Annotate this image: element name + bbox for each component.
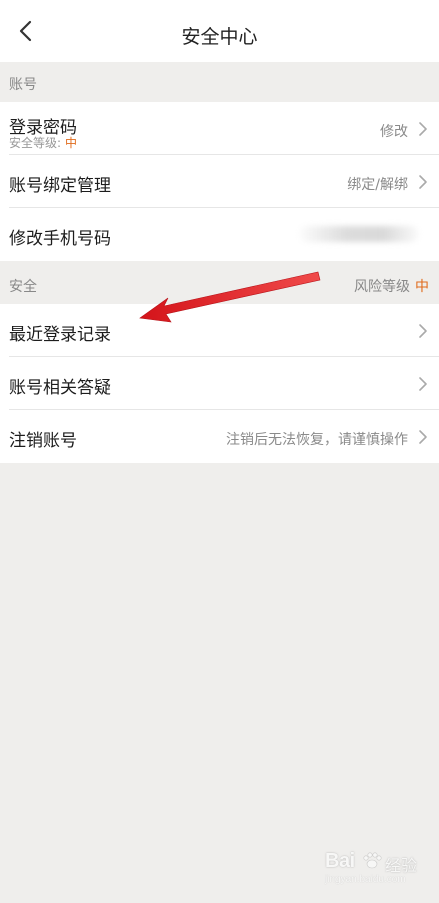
row-label: 修改手机号码 (9, 229, 111, 249)
row-change-phone[interactable]: 修改手机号码 (0, 208, 439, 261)
chevron-right-icon (419, 324, 427, 338)
row-account-binding[interactable]: 账号绑定管理 绑定/解绑 (0, 155, 439, 208)
risk-level: 风险等级中 (354, 276, 429, 296)
chevron-right-icon (419, 377, 427, 391)
nav-bar: 安全中心 (0, 0, 439, 62)
chevron-right-icon (419, 122, 427, 136)
security-level-label: 安全等级: (9, 136, 62, 150)
row-recent-login[interactable]: 最近登录记录 (0, 304, 439, 357)
row-value: 绑定/解绑 (347, 177, 408, 193)
section-header-security: 安全 风险等级中 (0, 264, 439, 304)
row-label: 最近登录记录 (9, 325, 111, 345)
security-group: 最近登录记录 账号相关答疑 注销账号 注销后无法恢复，请谨慎操作 (0, 304, 439, 463)
security-level-value: 中 (65, 136, 78, 150)
section-header-account: 账号 (0, 62, 439, 102)
watermark-url: jingyan.baidu.com (325, 874, 406, 885)
paw-icon (363, 852, 382, 869)
row-label: 注销账号 (9, 431, 77, 451)
chevron-right-icon (419, 430, 427, 444)
risk-level-label: 风险等级 (354, 279, 410, 295)
watermark-brand: Bai (325, 850, 355, 872)
security-level: 安全等级: 中 (9, 134, 77, 151)
account-group: 登录密码 安全等级: 中 修改 账号绑定管理 绑定/解绑 修改手机号码 (0, 102, 439, 261)
row-cancel-account[interactable]: 注销账号 注销后无法恢复，请谨慎操作 (0, 410, 439, 463)
row-label: 账号绑定管理 (9, 176, 111, 196)
row-value: 注销后无法恢复，请谨慎操作 (226, 432, 408, 448)
risk-level-value: 中 (415, 279, 429, 295)
page-title: 安全中心 (181, 26, 258, 48)
blurred-phone-number (299, 226, 419, 242)
row-login-password[interactable]: 登录密码 安全等级: 中 修改 (0, 102, 439, 155)
row-label: 账号相关答疑 (9, 378, 111, 398)
section-label: 安全 (9, 279, 37, 295)
chevron-right-icon (419, 175, 427, 189)
row-value: 修改 (380, 124, 408, 140)
watermark-text: 经验 (385, 856, 418, 875)
baidu-watermark: Bai 经验 jingyan.baidu.com (323, 848, 423, 888)
row-account-faq[interactable]: 账号相关答疑 (0, 357, 439, 410)
section-label: 账号 (9, 77, 37, 93)
